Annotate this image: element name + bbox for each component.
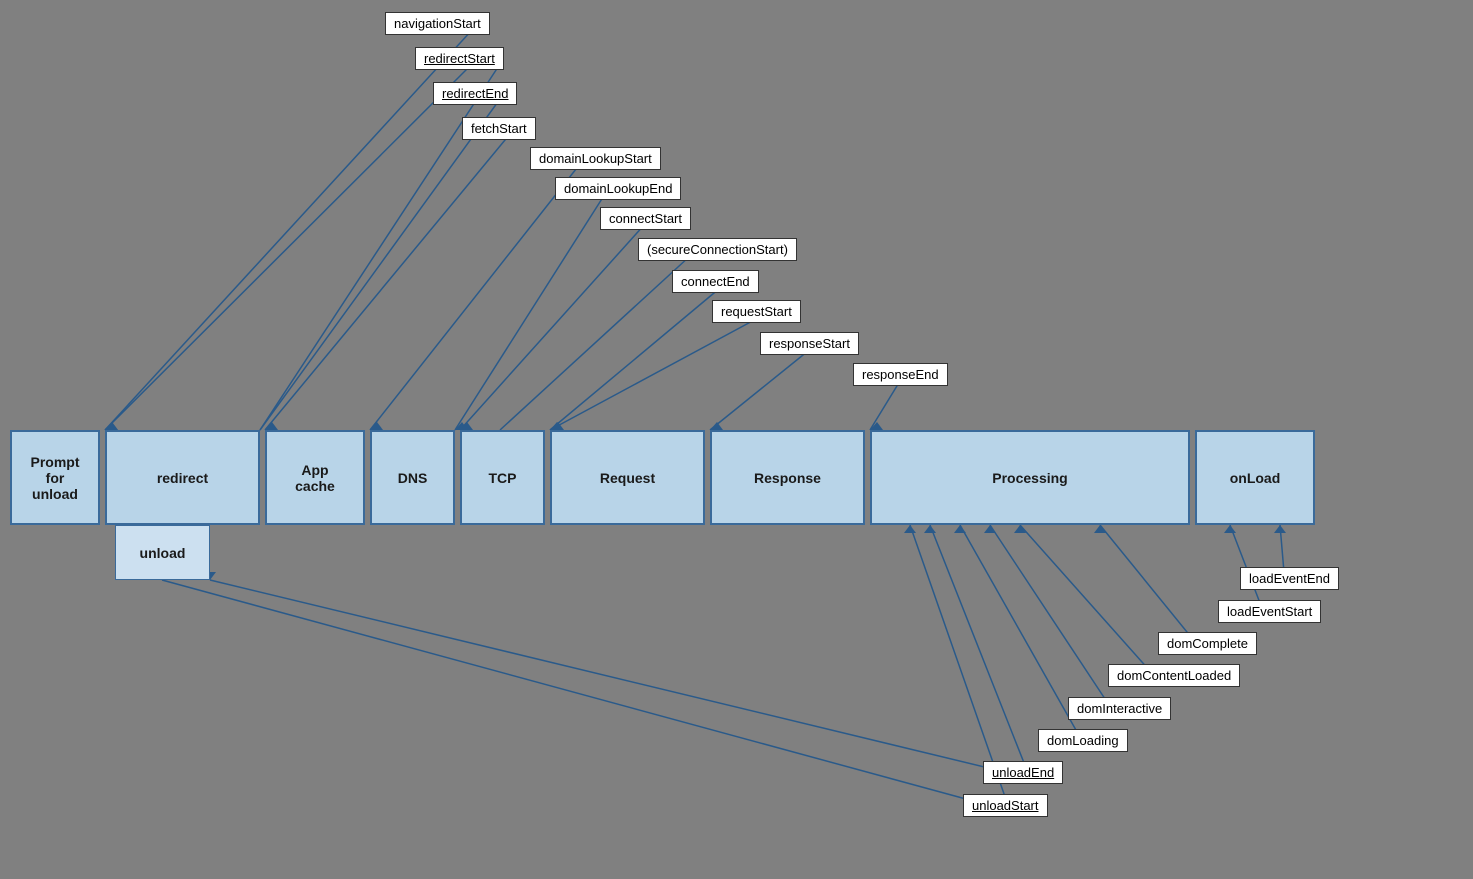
label-domLoading: domLoading — [1038, 729, 1128, 752]
label-unloadEnd: unloadEnd — [983, 761, 1063, 784]
label-fetchStart: fetchStart — [462, 117, 536, 140]
label-navigationStart: navigationStart — [385, 12, 490, 35]
phase-appcache: Appcache — [265, 430, 365, 525]
label-responseEnd: responseEnd — [853, 363, 948, 386]
label-secureConnectionStart: (secureConnectionStart) — [638, 238, 797, 261]
label-domComplete: domComplete — [1158, 632, 1257, 655]
phase-redirect: redirect — [105, 430, 260, 525]
phase-request: Request — [550, 430, 705, 525]
label-connectStart: connectStart — [600, 207, 691, 230]
label-responseStart: responseStart — [760, 332, 859, 355]
label-redirectStart: redirectStart — [415, 47, 504, 70]
label-domainLookupStart: domainLookupStart — [530, 147, 661, 170]
label-domInteractive: domInteractive — [1068, 697, 1171, 720]
label-redirectEnd: redirectEnd — [433, 82, 517, 105]
phase-onload: onLoad — [1195, 430, 1315, 525]
phase-dns: DNS — [370, 430, 455, 525]
label-domainLookupEnd: domainLookupEnd — [555, 177, 681, 200]
phase-processing: Processing — [870, 430, 1190, 525]
phase-tcp: TCP — [460, 430, 545, 525]
label-requestStart: requestStart — [712, 300, 801, 323]
label-loadEventEnd: loadEventEnd — [1240, 567, 1339, 590]
phase-unload: unload — [115, 525, 210, 580]
phase-prompt: Promptforunload — [10, 430, 100, 525]
label-connectEnd: connectEnd — [672, 270, 759, 293]
label-unloadStart: unloadStart — [963, 794, 1048, 817]
label-loadEventStart: loadEventStart — [1218, 600, 1321, 623]
label-domContentLoaded: domContentLoaded — [1108, 664, 1240, 687]
phase-response: Response — [710, 430, 865, 525]
diagram-container: navigationStart redirectStart redirectEn… — [0, 0, 1473, 879]
